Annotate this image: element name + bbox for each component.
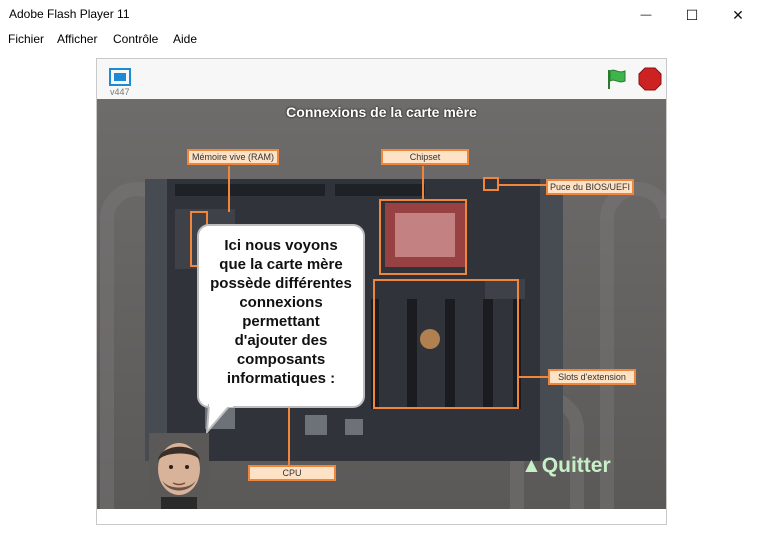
speech-line: que la carte mère xyxy=(219,256,343,273)
stage[interactable]: Connexions de la carte mère Mémoire vive… xyxy=(97,99,666,509)
bios-connector xyxy=(499,184,547,186)
close-button[interactable]: ✕ xyxy=(715,0,761,30)
speech-bubble: Ici nous voyons que la carte mère possèd… xyxy=(197,224,365,408)
slots-connector xyxy=(518,376,549,378)
maximize-button[interactable]: ☐ xyxy=(669,0,715,30)
speech-line: informatiques : xyxy=(226,370,336,387)
window-titlebar: Adobe Flash Player 11 — ☐ ✕ xyxy=(0,0,761,30)
quit-button[interactable]: ▲Quitter xyxy=(521,454,611,478)
cpu-connector xyxy=(288,407,290,465)
chipset-highlight xyxy=(379,199,467,275)
player-footer xyxy=(97,509,666,524)
minimize-icon: — xyxy=(640,9,652,21)
callout-ram: Mémoire vive (RAM) xyxy=(187,149,279,165)
speech-line: d'ajouter des xyxy=(234,332,328,349)
fullscreen-icon[interactable] xyxy=(109,68,131,86)
chipset-connector xyxy=(422,166,424,200)
window-title: Adobe Flash Player 11 xyxy=(9,7,130,21)
close-icon: ✕ xyxy=(732,6,744,23)
ram-connector xyxy=(228,166,230,212)
minimize-button[interactable]: — xyxy=(623,0,669,30)
menu-aide[interactable]: Aide xyxy=(173,32,197,46)
stage-title: Connexions de la carte mère xyxy=(286,104,477,120)
speech-text: Ici nous voyons que la carte mère possèd… xyxy=(199,236,363,388)
scratch-player: v447 Connexions de la carte mère Mémoire… xyxy=(96,58,667,525)
menu-fichier[interactable]: Fichier xyxy=(8,32,44,46)
callout-chipset: Chipset xyxy=(381,149,469,165)
callout-slots: Slots d'extension xyxy=(548,369,636,385)
stop-icon[interactable] xyxy=(638,67,662,91)
green-flag-icon[interactable] xyxy=(605,68,629,90)
speech-line: connexions xyxy=(239,294,323,311)
speech-line: possède différentes xyxy=(210,275,352,292)
menu-afficher[interactable]: Afficher xyxy=(57,32,97,46)
menu-controle[interactable]: Contrôle xyxy=(113,32,158,46)
menu-bar: Fichier Afficher Contrôle Aide xyxy=(0,30,761,51)
maximize-icon: ☐ xyxy=(685,6,699,23)
slots-highlight xyxy=(373,279,519,409)
callout-bios: Puce du BIOS/UEFI xyxy=(546,179,634,195)
player-toolbar: v447 xyxy=(97,59,666,99)
speech-line: Ici nous voyons xyxy=(224,237,338,254)
version-label: v447 xyxy=(110,87,130,97)
narrator-avatar[interactable] xyxy=(149,433,209,509)
speech-line: permettant xyxy=(242,313,320,330)
speech-bubble-tail xyxy=(205,404,233,434)
bios-highlight xyxy=(483,177,499,191)
speech-line: composants xyxy=(236,351,326,368)
callout-cpu: CPU xyxy=(248,465,336,481)
